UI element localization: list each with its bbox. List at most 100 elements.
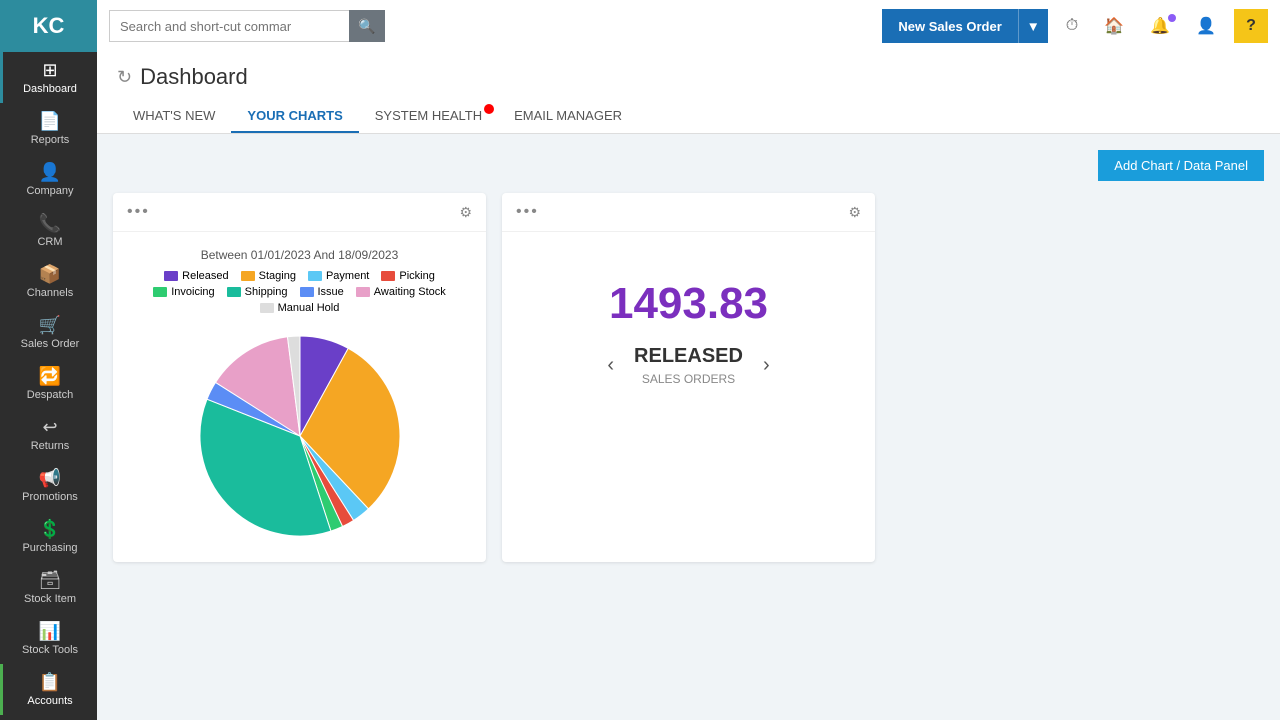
- pie-chart-card: ••• ⚙ Between 01/01/2023 And 18/09/2023 …: [113, 193, 486, 562]
- pie-chart-body: Between 01/01/2023 And 18/09/2023 Releas…: [113, 232, 486, 562]
- bell-icon: 🔔: [1150, 16, 1170, 36]
- stats-subtitle: SALES ORDERS: [634, 372, 743, 386]
- legend-item: Shipping: [227, 286, 288, 298]
- legend-item: Awaiting Stock: [356, 286, 446, 298]
- reports-icon: 📄: [39, 111, 61, 132]
- legend-label: Released: [182, 270, 228, 282]
- timer-button[interactable]: ⏱: [1058, 13, 1086, 39]
- legend-color-swatch: [153, 287, 167, 297]
- sidebar-item-promotions[interactable]: 📢 Promotions: [0, 460, 97, 511]
- stats-nav: ‹ RELEASED SALES ORDERS ›: [607, 345, 769, 386]
- pie-legend: ReleasedStagingPaymentPickingInvoicingSh…: [129, 270, 470, 314]
- search-container: 🔍: [109, 10, 429, 42]
- sidebar-item-stock-tools[interactable]: 📊 Stock Tools: [0, 613, 97, 664]
- home-icon: 🏠: [1104, 16, 1124, 36]
- sidebar-item-label: Channels: [27, 287, 73, 299]
- legend-item: Picking: [381, 270, 434, 282]
- sidebar-item-label: Reports: [31, 134, 70, 146]
- sidebar-item-returns[interactable]: ↩ Returns: [0, 409, 97, 460]
- dashboard-icon: ⊞: [42, 60, 57, 81]
- user-button[interactable]: 👤: [1188, 12, 1224, 40]
- new-sales-order-group: New Sales Order ▼: [882, 9, 1047, 43]
- new-sales-order-button[interactable]: New Sales Order: [882, 9, 1017, 43]
- legend-label: Manual Hold: [278, 302, 340, 314]
- notification-button[interactable]: 🔔: [1142, 12, 1178, 40]
- channels-icon: 📦: [39, 264, 61, 285]
- new-sales-order-dropdown-button[interactable]: ▼: [1018, 9, 1048, 43]
- pie-date-range: Between 01/01/2023 And 18/09/2023: [129, 248, 470, 262]
- pie-chart-header: ••• ⚙: [113, 193, 486, 232]
- sidebar-item-stock-item[interactable]: 🗃 Stock Item: [0, 562, 97, 613]
- legend-label: Picking: [399, 270, 434, 282]
- sidebar-item-dashboard[interactable]: ⊞ Dashboard: [0, 52, 97, 103]
- sidebar-item-label: Accounts: [27, 695, 72, 707]
- legend-item: Manual Hold: [260, 302, 340, 314]
- legend-label: Payment: [326, 270, 369, 282]
- page-title-row: ↻ Dashboard: [117, 64, 1260, 90]
- sidebar-item-label: Stock Tools: [22, 644, 78, 656]
- returns-icon: ↩: [42, 417, 57, 438]
- promotions-icon: 📢: [39, 468, 61, 489]
- search-input[interactable]: [109, 10, 349, 42]
- company-icon: 👤: [39, 162, 61, 183]
- sidebar-item-label: Dashboard: [23, 83, 77, 95]
- search-icon: 🔍: [358, 18, 375, 35]
- legend-color-swatch: [300, 287, 314, 297]
- stats-card-body: 1493.83 ‹ RELEASED SALES ORDERS ›: [502, 232, 875, 432]
- sidebar-item-accounts[interactable]: 📋 Accounts: [0, 664, 97, 715]
- dashboard-content: Add Chart / Data Panel ••• ⚙ Between 01/…: [97, 134, 1280, 578]
- tab-your-charts[interactable]: YOUR CHARTS: [231, 100, 358, 133]
- sales-order-icon: 🛒: [39, 315, 61, 336]
- sidebar-item-reports[interactable]: 📄 Reports: [0, 103, 97, 154]
- page-title: Dashboard: [140, 64, 248, 90]
- legend-label: Shipping: [245, 286, 288, 298]
- topbar: 🔍 New Sales Order ▼ ⏱ 🏠 🔔 👤 ?: [97, 0, 1280, 52]
- purchasing-icon: 💲: [39, 519, 61, 540]
- tab-system-health[interactable]: SYSTEM HEALTH: [359, 100, 498, 133]
- tab-email-manager[interactable]: EMAIL MANAGER: [498, 100, 638, 133]
- main-area: 🔍 New Sales Order ▼ ⏱ 🏠 🔔 👤 ? ↻ Dashboa: [97, 0, 1280, 720]
- stats-card-settings-button[interactable]: ⚙: [848, 204, 861, 221]
- legend-item: Payment: [308, 270, 369, 282]
- tabs: WHAT'S NEW YOUR CHARTS SYSTEM HEALTH EMA…: [117, 100, 1260, 133]
- search-button[interactable]: 🔍: [349, 10, 385, 42]
- pie-chart-menu-button[interactable]: •••: [127, 203, 150, 221]
- help-button[interactable]: ?: [1234, 9, 1268, 43]
- add-chart-row: Add Chart / Data Panel: [113, 150, 1264, 181]
- legend-item: Invoicing: [153, 286, 214, 298]
- add-chart-button[interactable]: Add Chart / Data Panel: [1098, 150, 1264, 181]
- stats-prev-button[interactable]: ‹: [607, 354, 614, 377]
- despatch-icon: 🔁: [39, 366, 61, 387]
- sidebar-item-purchasing[interactable]: 💲 Purchasing: [0, 511, 97, 562]
- sidebar-item-label: Returns: [31, 440, 70, 452]
- legend-color-swatch: [308, 271, 322, 281]
- sidebar-item-label: Stock Item: [24, 593, 76, 605]
- pie-chart-container: Between 01/01/2023 And 18/09/2023 Releas…: [129, 248, 470, 546]
- legend-item: Issue: [300, 286, 344, 298]
- sidebar-item-crm[interactable]: 📞 CRM: [0, 205, 97, 256]
- user-icon: 👤: [1196, 16, 1216, 36]
- sidebar-item-channels[interactable]: 📦 Channels: [0, 256, 97, 307]
- stats-next-button[interactable]: ›: [763, 354, 770, 377]
- sidebar-item-label: Despatch: [27, 389, 73, 401]
- legend-label: Invoicing: [171, 286, 214, 298]
- stock-item-icon: 🗃: [39, 570, 62, 591]
- accounts-icon: 📋: [39, 672, 61, 693]
- logo[interactable]: KC: [0, 0, 97, 52]
- sidebar-item-company[interactable]: 👤 Company: [0, 154, 97, 205]
- sidebar-item-sales-order[interactable]: 🛒 Sales Order: [0, 307, 97, 358]
- pie-chart-settings-button[interactable]: ⚙: [459, 204, 472, 221]
- home-button[interactable]: 🏠: [1096, 12, 1132, 40]
- pie-svg-wrapper: [129, 326, 470, 546]
- sidebar-item-label: Promotions: [22, 491, 78, 503]
- legend-color-swatch: [381, 271, 395, 281]
- system-health-badge: [484, 104, 494, 114]
- crm-icon: 📞: [39, 213, 61, 234]
- sidebar-item-despatch[interactable]: 🔁 Despatch: [0, 358, 97, 409]
- stats-card-menu-button[interactable]: •••: [516, 203, 539, 221]
- tab-whats-new[interactable]: WHAT'S NEW: [117, 100, 231, 133]
- stock-tools-icon: 📊: [39, 621, 61, 642]
- sidebar-item-tools[interactable]: 🔧: [0, 715, 97, 720]
- stats-card-header: ••• ⚙: [502, 193, 875, 232]
- sidebar: KC ⊞ Dashboard 📄 Reports 👤 Company 📞 CRM…: [0, 0, 97, 720]
